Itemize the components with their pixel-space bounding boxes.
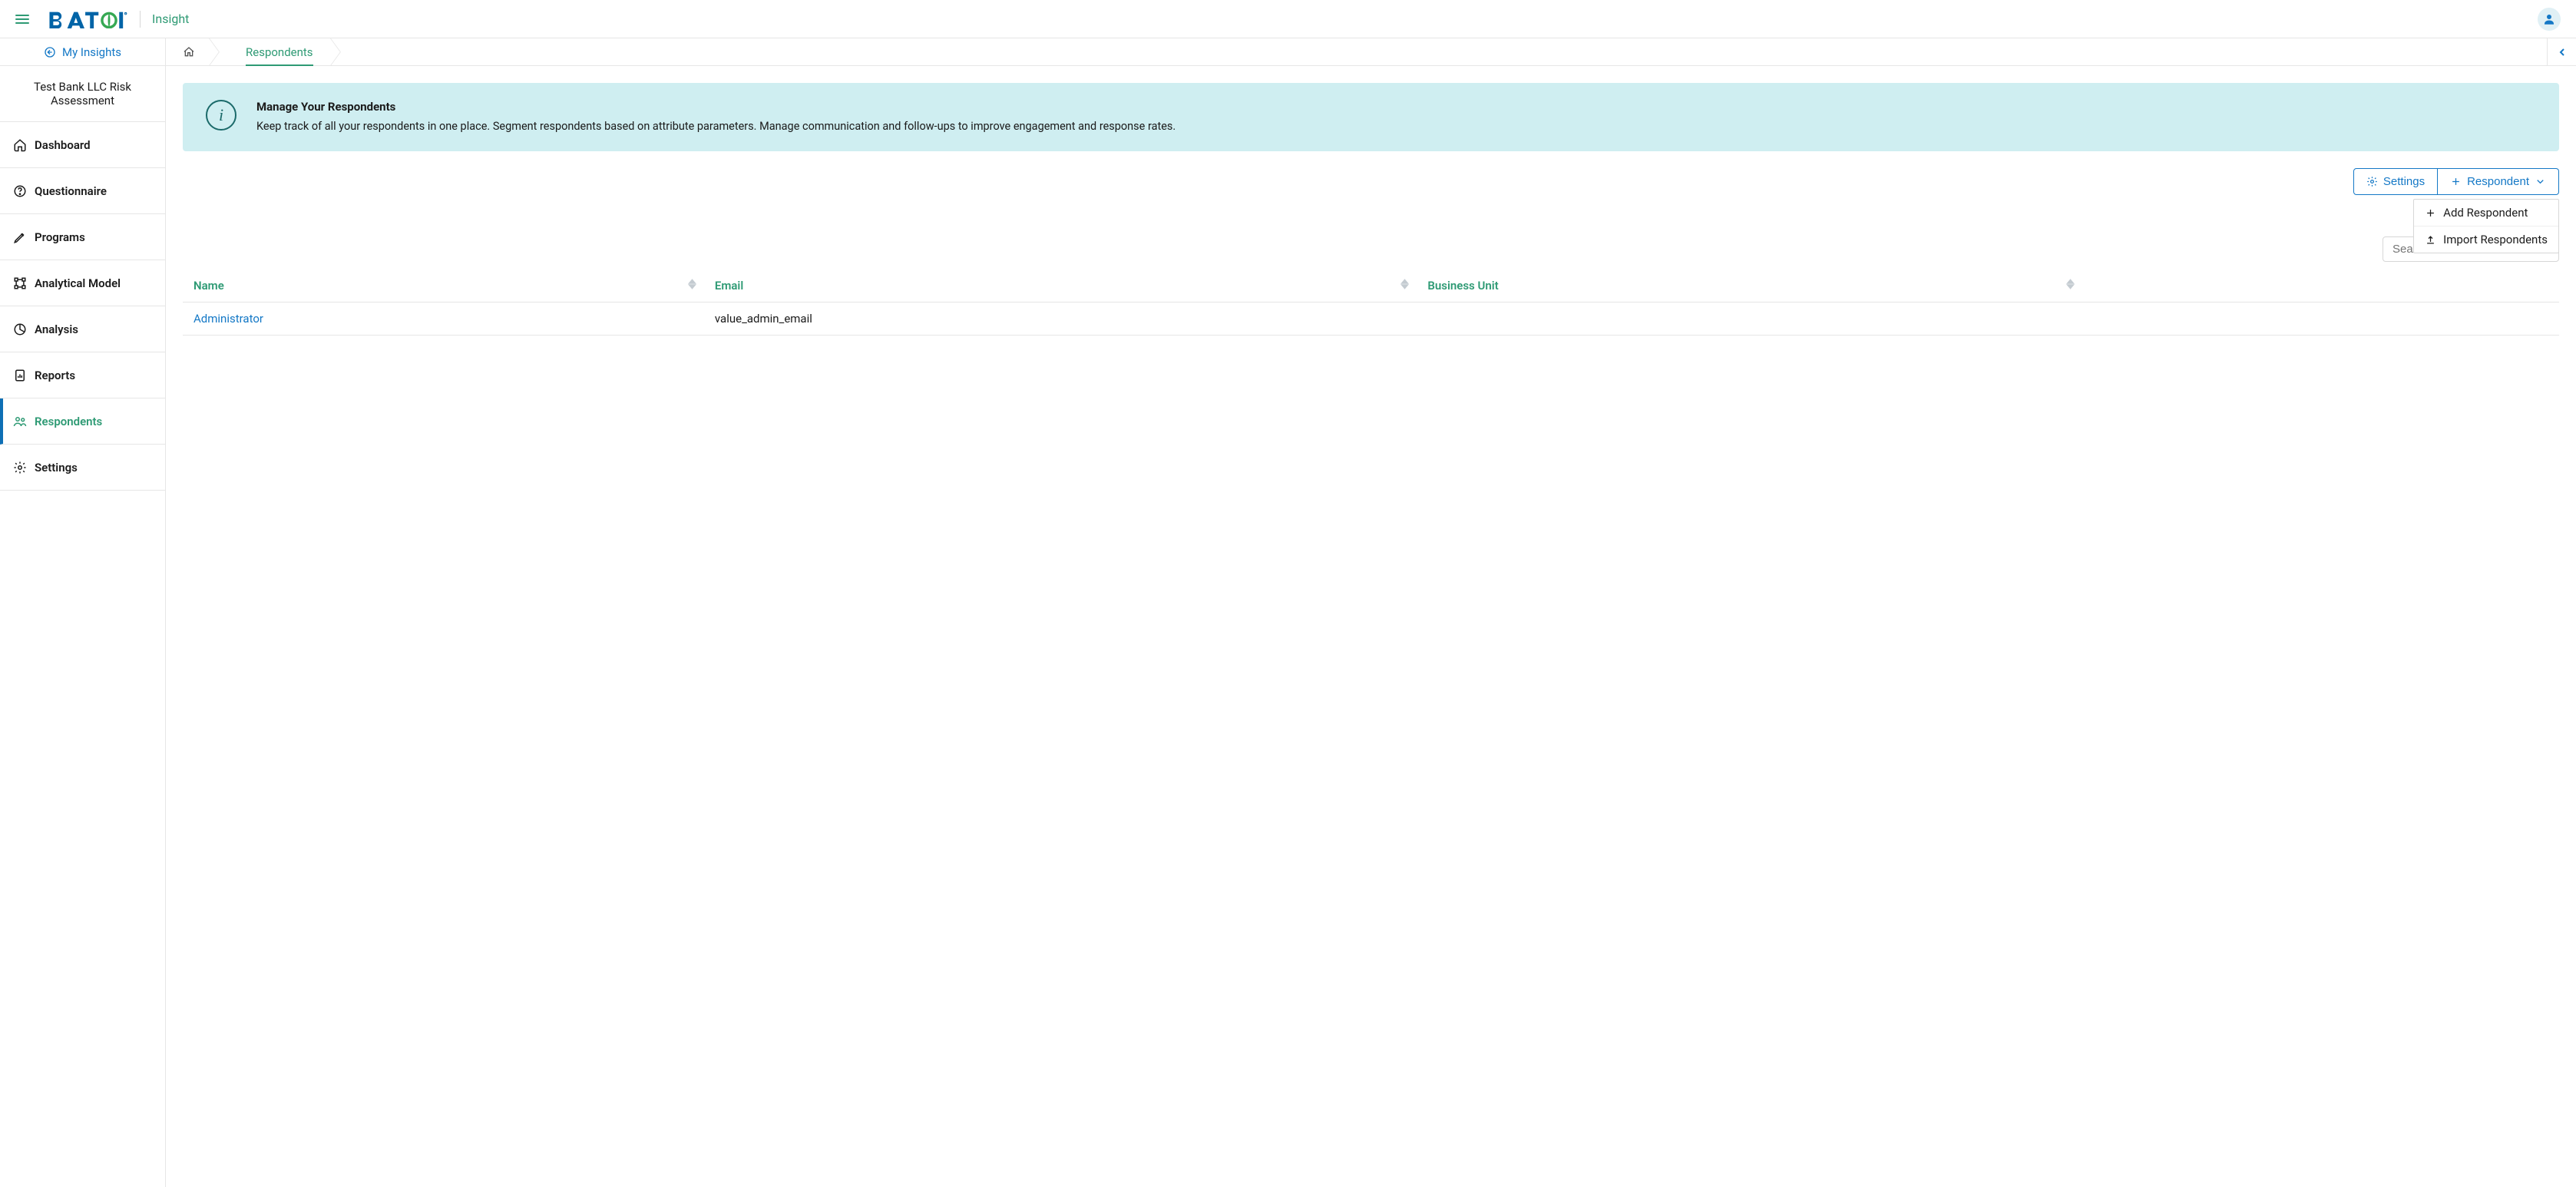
brand-logo[interactable]: R <box>48 10 131 28</box>
sort-icon[interactable] <box>2066 279 2075 289</box>
info-title: Manage Your Respondents <box>256 100 1176 114</box>
row-actions <box>2084 303 2559 336</box>
toolbar: Settings Respondent Add Respondent Impor… <box>183 168 2559 195</box>
menu-item-label: Import Respondents <box>2443 233 2548 246</box>
sidebar-item-label: Reports <box>35 369 75 382</box>
user-avatar[interactable] <box>2538 8 2561 31</box>
product-name[interactable]: Insight <box>152 12 189 26</box>
menu-toggle-button[interactable] <box>15 15 29 24</box>
doc-bar-icon <box>13 369 27 382</box>
col-header-business-unit[interactable]: Business Unit <box>1418 269 2084 303</box>
chevron-left-icon <box>2558 48 2566 57</box>
content: i Manage Your Respondents Keep track of … <box>166 66 2576 336</box>
pie-icon <box>13 322 27 336</box>
home-icon <box>13 138 27 152</box>
col-header-label: Name <box>193 279 224 293</box>
sidebar-item-label: Dashboard <box>35 138 91 152</box>
menu-item-add-respondent[interactable]: Add Respondent <box>2414 200 2558 226</box>
sidebar-nav: Dashboard Questionnaire Programs Analyti… <box>0 122 165 491</box>
project-title: Test Bank LLC Risk Assessment <box>0 66 165 122</box>
top-header: R Insight <box>0 0 2576 38</box>
chevron-down-icon <box>2535 176 2546 187</box>
gear-icon <box>13 461 27 474</box>
plus-icon <box>2425 207 2436 219</box>
respondents-table: Name Email <box>183 269 2559 336</box>
sidebar-item-dashboard[interactable]: Dashboard <box>0 122 165 168</box>
my-insights-link[interactable]: My Insights <box>0 38 165 66</box>
sidebar-item-analysis[interactable]: Analysis <box>0 306 165 352</box>
info-body: Keep track of all your respondents in on… <box>256 119 1176 134</box>
plus-icon <box>2450 176 2462 187</box>
sidebar: My Insights Test Bank LLC Risk Assessmen… <box>0 38 166 1187</box>
sidebar-item-label: Programs <box>35 230 85 244</box>
pen-icon <box>13 230 27 244</box>
breadcrumb-current-label: Respondents <box>246 45 313 59</box>
brand-divider <box>140 11 141 28</box>
home-icon <box>183 46 195 58</box>
breadcrumb-current[interactable]: Respondents <box>229 38 330 65</box>
info-icon: i <box>206 100 236 131</box>
my-insights-label: My Insights <box>62 45 121 59</box>
respondent-label: Respondent <box>2467 175 2529 188</box>
sidebar-item-label: Analysis <box>35 322 78 336</box>
sidebar-item-label: Analytical Model <box>35 276 121 290</box>
row-email: value_admin_email <box>706 303 1419 336</box>
breadcrumb-separator <box>209 38 229 65</box>
table-row: Administrator value_admin_email <box>183 303 2559 336</box>
row-business-unit <box>1418 303 2084 336</box>
menu-item-label: Add Respondent <box>2443 206 2528 220</box>
upload-icon <box>2425 234 2436 246</box>
info-banner: i Manage Your Respondents Keep track of … <box>183 83 2559 151</box>
menu-item-import-respondents[interactable]: Import Respondents <box>2414 226 2558 253</box>
people-icon <box>13 415 27 428</box>
sidebar-item-questionnaire[interactable]: Questionnaire <box>0 168 165 214</box>
breadcrumb-home[interactable] <box>166 38 209 65</box>
sort-icon[interactable] <box>1400 279 1409 289</box>
sidebar-item-programs[interactable]: Programs <box>0 214 165 260</box>
main: Respondents i Manage Your Respondents Ke… <box>166 38 2576 1187</box>
sort-icon[interactable] <box>688 279 696 289</box>
sidebar-item-respondents[interactable]: Respondents <box>0 398 165 445</box>
settings-button[interactable]: Settings <box>2353 168 2438 195</box>
sidebar-item-analytical-model[interactable]: Analytical Model <box>0 260 165 306</box>
respondent-dropdown-button[interactable]: Respondent <box>2438 168 2559 195</box>
row-name-link[interactable]: Administrator <box>193 312 263 326</box>
sidebar-item-reports[interactable]: Reports <box>0 352 165 398</box>
nodes-icon <box>13 276 27 290</box>
col-header-email[interactable]: Email <box>706 269 1419 303</box>
settings-label: Settings <box>2383 175 2425 188</box>
search-row <box>183 236 2559 262</box>
question-icon <box>13 184 27 198</box>
gear-icon <box>2366 176 2378 187</box>
sidebar-item-label: Questionnaire <box>35 184 107 198</box>
sidebar-item-label: Respondents <box>35 415 102 428</box>
breadcrumb-separator <box>330 38 350 65</box>
respondent-dropdown-menu: Add Respondent Import Respondents <box>2413 199 2559 253</box>
col-header-name[interactable]: Name <box>183 269 706 303</box>
breadcrumb-collapse-button[interactable] <box>2547 38 2576 65</box>
col-header-actions <box>2084 269 2559 303</box>
breadcrumb-bar: Respondents <box>166 38 2576 66</box>
sidebar-item-label: Settings <box>35 461 78 474</box>
col-header-label: Business Unit <box>1427 279 1498 293</box>
sidebar-item-settings[interactable]: Settings <box>0 445 165 491</box>
col-header-label: Email <box>715 279 743 293</box>
